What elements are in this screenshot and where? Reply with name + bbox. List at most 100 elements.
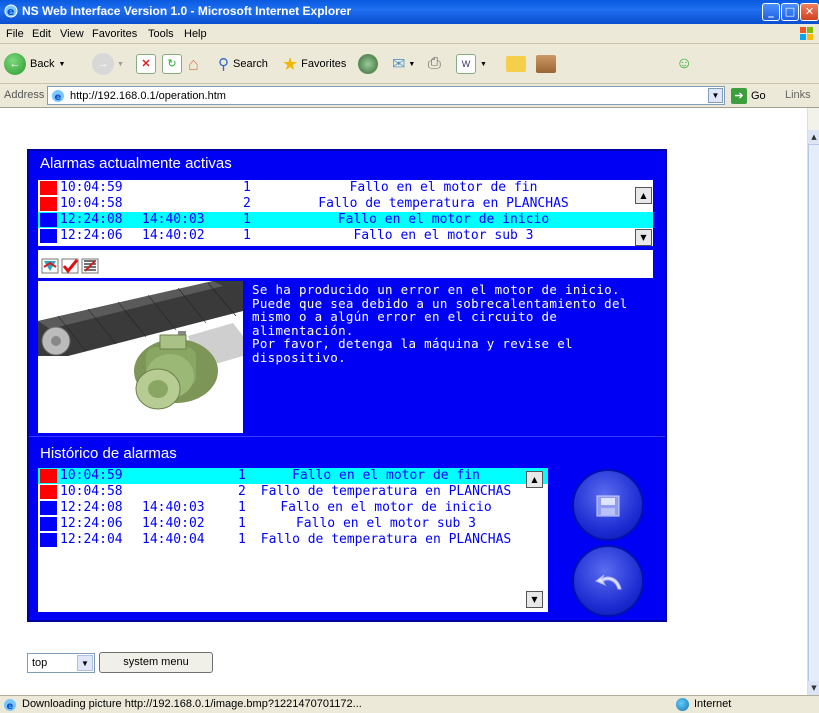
alarm-occurred-time: 10:04:58 (60, 196, 123, 211)
alarm-occurred-time: 12:24:06 (60, 228, 123, 243)
alarm-detail-text: Se ha producido un error en el motor de … (252, 283, 652, 364)
search-icon: ⚲ (218, 56, 229, 73)
active-alarms-title: Alarmas actualmente activas (40, 155, 232, 172)
alarm-status-indicator (40, 533, 57, 547)
alarm-actions-bar (38, 250, 653, 278)
alarm-cleared-time: 14:40:03 (142, 500, 205, 515)
mail-button[interactable]: ✉ ▼ (392, 50, 415, 78)
alarm-row[interactable]: 12:24:08 14:40:03 1 Fallo en el motor de in… (38, 212, 653, 228)
back-button[interactable]: ← Back ▼ (4, 50, 65, 78)
history-icon (358, 54, 378, 74)
address-dropdown-icon[interactable]: ▼ (708, 88, 723, 103)
folder-button[interactable] (506, 50, 526, 78)
svg-text:e: e (7, 701, 14, 712)
alarm-status-indicator (40, 469, 57, 483)
alarm-description: Fallo en el motor sub 3 (353, 228, 534, 243)
active-scroll-up-icon[interactable]: ▲ (635, 187, 652, 204)
alarm-occurred-time: 12:24:06 (60, 516, 123, 531)
active-scroll-down-icon[interactable]: ▼ (635, 229, 652, 246)
menu-file[interactable]: File (6, 28, 24, 40)
alarm-occurred-time: 10:04:59 (60, 180, 123, 195)
minimize-button[interactable]: _ (762, 3, 780, 21)
alarm-row[interactable]: 10:04:58 2 Fallo de temperatura en PLANCHA… (38, 196, 653, 212)
search-label: Search (233, 58, 268, 70)
alarm-description: Fallo en el motor de inicio (280, 500, 492, 515)
alarm-status-indicator (40, 501, 57, 515)
menu-favorites[interactable]: Favorites (92, 28, 137, 40)
alarm-count: 1 (238, 516, 246, 531)
refresh-button[interactable]: ↻ (162, 50, 182, 78)
history-scroll-down-icon[interactable]: ▼ (526, 591, 543, 608)
go-label: Go (751, 90, 766, 102)
alarm-count: 1 (243, 228, 251, 243)
alarm-row[interactable]: 10:04:59 1 Fallo en el motor de fin (38, 180, 653, 196)
alarm-row[interactable]: 12:24:06 14:40:02 1 Fallo en el motor sub 3 (38, 516, 548, 532)
go-button[interactable]: ➔ Go (731, 88, 766, 104)
alarm-row[interactable]: 10:04:59 1 Fallo en el motor de fin (38, 468, 548, 484)
frame-select[interactable]: top ▼ (27, 653, 95, 673)
save-button[interactable] (572, 469, 644, 541)
alarm-occurred-time: 12:24:04 (60, 532, 123, 547)
home-button[interactable]: ⌂ (188, 50, 199, 78)
scroll-thumb[interactable] (808, 144, 819, 684)
detail-line: mismo o a algún error en el circuito de (252, 309, 558, 324)
refresh-icon: ↻ (162, 54, 182, 74)
back-dropdown-icon: ▼ (58, 60, 66, 68)
edit-button[interactable]: W ▼ (456, 50, 487, 78)
alarm-count: 1 (238, 468, 246, 483)
status-message: Downloading picture http://192.168.0.1/i… (22, 698, 362, 710)
alarm-description: Fallo en el motor de fin (292, 468, 480, 483)
acknowledge-all-icon[interactable] (41, 257, 59, 275)
close-button[interactable]: ✕ (800, 3, 819, 21)
internet-zone-icon (676, 698, 689, 711)
history-button[interactable] (358, 50, 378, 78)
search-button[interactable]: ⚲ Search (218, 50, 268, 78)
scroll-down-icon[interactable]: ▼ (808, 681, 819, 695)
menu-help[interactable]: Help (184, 28, 207, 40)
messenger-icon: ☺ (676, 55, 693, 72)
menu-tools[interactable]: Tools (148, 28, 174, 40)
alarm-count: 1 (243, 180, 251, 195)
scroll-up-icon[interactable]: ▲ (808, 130, 819, 144)
windows-logo-icon (800, 27, 813, 40)
maximize-button[interactable]: □ (781, 3, 799, 21)
alarm-description: Fallo de temperatura en PLANCHAS (318, 196, 569, 211)
print-icon: ⎙ (428, 55, 441, 72)
loading-page-icon: e (4, 699, 16, 712)
alarm-occurred-time: 10:04:59 (60, 468, 123, 483)
alarm-description: Fallo en el motor de fin (349, 180, 538, 195)
alarm-cleared-time: 14:40:02 (142, 516, 205, 531)
print-button[interactable]: ⎙ (428, 50, 441, 78)
vertical-scrollbar[interactable]: ▲ ▼ (807, 108, 819, 695)
acknowledge-check-icon[interactable] (61, 257, 79, 275)
alarm-row[interactable]: 12:24:08 14:40:03 1 Fallo en el motor de in… (38, 500, 548, 516)
alarm-status-indicator (40, 229, 57, 243)
forward-button[interactable]: → ▼ (92, 50, 124, 78)
menu-edit[interactable]: Edit (32, 28, 51, 40)
alarm-count: 1 (238, 500, 246, 515)
active-alarms-list[interactable]: 10:04:59 1 Fallo en el motor de fin 10:04:5… (38, 180, 653, 246)
history-alarms-list[interactable]: 10:04:59 1 Fallo en el motor de fin 10:04:5… (38, 468, 548, 612)
history-title: Histórico de alarmas (40, 445, 177, 462)
word-icon: W (456, 54, 476, 74)
alarm-log-icon[interactable] (81, 257, 99, 275)
forward-dropdown-icon: ▼ (117, 60, 124, 68)
return-button[interactable] (572, 545, 644, 617)
address-input[interactable]: e http://192.168.0.1/operation.htm ▼ (47, 86, 725, 105)
toolbar: ← Back ▼ → ▼ ✕ ↻ ⌂ ⚲ Search ★ Favorites … (0, 44, 819, 84)
alarm-row[interactable]: 12:24:06 14:40:02 1 Fallo en el motor sub 3 (38, 228, 653, 244)
home-icon: ⌂ (188, 53, 199, 74)
system-menu-button[interactable]: system menu (99, 652, 213, 673)
links-button[interactable]: Links (785, 89, 811, 101)
alarm-row[interactable]: 12:24:04 14:40:04 1 Fallo de temperatura en… (38, 532, 548, 548)
stop-icon: ✕ (136, 54, 156, 74)
favorites-button[interactable]: ★ Favorites (282, 50, 346, 78)
stop-button[interactable]: ✕ (136, 50, 156, 78)
research-button[interactable] (536, 50, 556, 78)
chevron-down-icon[interactable]: ▼ (77, 655, 93, 671)
alarm-cleared-time: 14:40:03 (142, 212, 205, 227)
menu-view[interactable]: View (60, 28, 84, 40)
history-scroll-up-icon[interactable]: ▲ (526, 471, 543, 488)
alarm-row[interactable]: 10:04:58 2 Fallo de temperatura en PLANCHA… (38, 484, 548, 500)
messenger-button[interactable]: ☺ (676, 50, 692, 78)
